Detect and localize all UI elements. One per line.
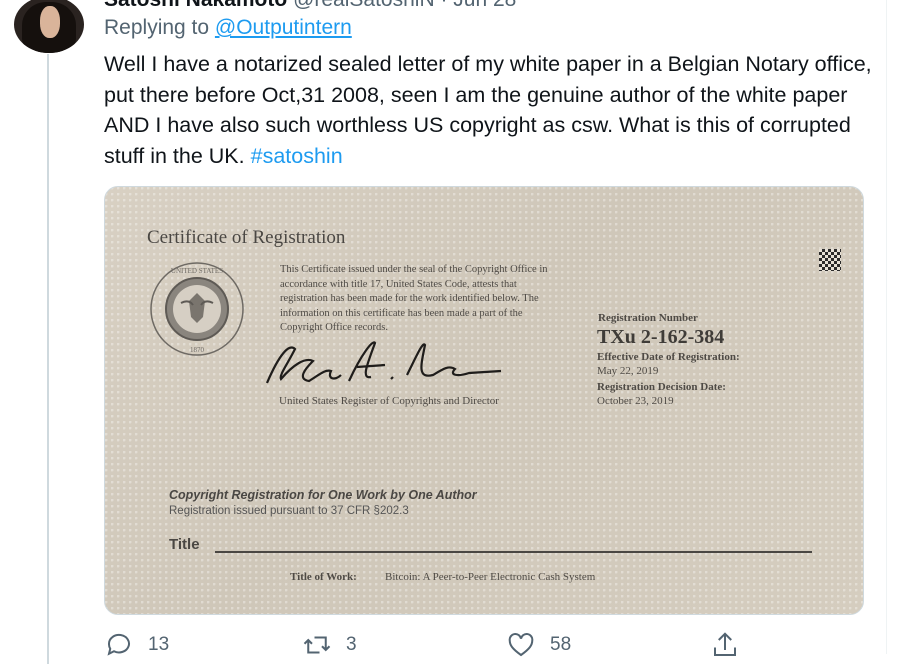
share-button[interactable] xyxy=(710,630,740,660)
effective-date: May 22, 2019 xyxy=(597,365,659,377)
tweet-date[interactable]: Jun 28 xyxy=(453,0,516,11)
replying-prefix: Replying to xyxy=(104,16,210,39)
title-of-work: Bitcoin: A Peer-to-Peer Electronic Cash … xyxy=(385,571,596,583)
reply-count: 13 xyxy=(148,634,170,655)
share-icon xyxy=(714,632,736,656)
tweet-image[interactable]: Certificate of Registration UNITED STATE… xyxy=(104,186,864,615)
tweet-text: Well I have a notarized sealed letter of… xyxy=(104,49,874,171)
certificate-heading: Certificate of Registration xyxy=(147,227,346,248)
author-handle[interactable]: @realSatoshiN xyxy=(293,0,435,11)
avatar[interactable] xyxy=(14,0,84,53)
retweet-button[interactable]: 3 xyxy=(302,630,357,660)
like-count: 58 xyxy=(550,634,572,655)
title-underline xyxy=(215,551,812,553)
retweet-icon xyxy=(303,636,331,654)
decision-date: October 23, 2019 xyxy=(597,395,674,407)
effective-date-label: Effective Date of Registration: xyxy=(597,351,740,363)
title-of-work-label: Title of Work: xyxy=(290,571,357,583)
column-divider xyxy=(886,0,887,654)
header-separator: · xyxy=(440,0,447,11)
registrar-title: United States Register of Copyrights and… xyxy=(279,395,499,407)
reply-icon xyxy=(107,633,130,656)
registration-number: TXu 2-162-384 xyxy=(597,326,725,348)
tweet-actions: 13 3 58 xyxy=(104,630,736,660)
heart-icon xyxy=(508,633,534,657)
decision-date-label: Registration Decision Date: xyxy=(597,381,726,393)
like-button[interactable]: 58 xyxy=(506,630,571,660)
title-label: Title xyxy=(169,536,200,553)
hashtag-link[interactable]: #satoshin xyxy=(251,144,343,168)
author-name[interactable]: Satoshi Nakamoto xyxy=(104,0,287,11)
svg-text:1870: 1870 xyxy=(190,346,205,354)
certificate: Certificate of Registration UNITED STATE… xyxy=(105,187,863,614)
copyright-office-seal-icon: UNITED STATES 1870 xyxy=(150,262,244,356)
tweet-header: Satoshi Nakamoto @realSatoshiN · Jun 28 xyxy=(104,0,516,12)
registration-number-label: Registration Number xyxy=(598,312,698,324)
qr-code-icon xyxy=(819,249,841,271)
reply-button[interactable]: 13 xyxy=(104,630,169,660)
retweet-count: 3 xyxy=(346,634,357,655)
signature-icon xyxy=(265,341,502,384)
tweet-body: Well I have a notarized sealed letter of… xyxy=(104,52,872,168)
replying-handle-link[interactable]: @Outputintern xyxy=(215,16,352,39)
section-subtitle: Registration issued pursuant to 37 CFR §… xyxy=(169,505,409,517)
thread-line xyxy=(47,54,49,664)
certificate-intro: This Certificate issued under the seal o… xyxy=(280,264,548,334)
replying-to: Replying to @Outputintern xyxy=(104,16,352,40)
section-title: Copyright Registration for One Work by O… xyxy=(169,488,477,502)
svg-text:UNITED STATES: UNITED STATES xyxy=(171,267,223,275)
